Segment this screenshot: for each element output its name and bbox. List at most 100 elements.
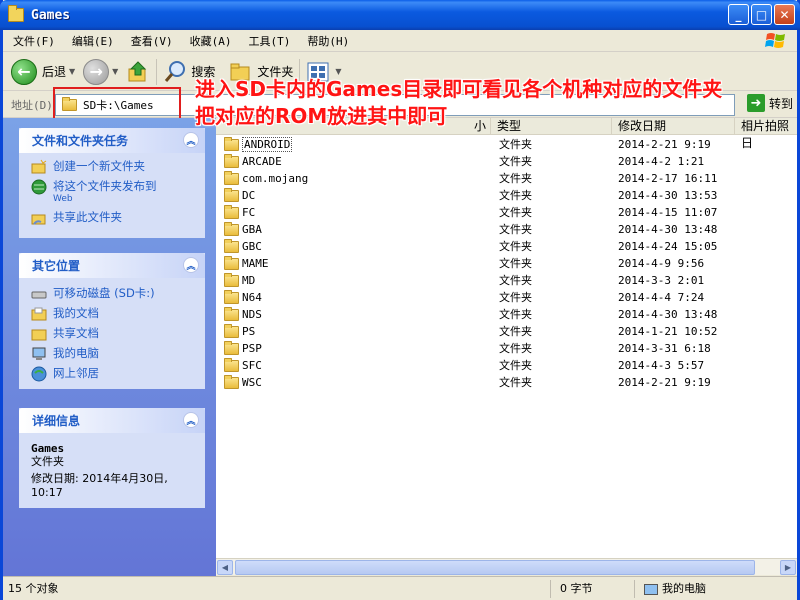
file-row[interactable]: MD 文件夹 2014-3-3 2:01 <box>216 272 797 289</box>
forward-dropdown-icon[interactable]: ▼ <box>112 67 118 76</box>
file-name-cell: FC <box>221 204 255 221</box>
task-new-folder[interactable]: 创建一个新文件夹 <box>31 159 195 175</box>
place-label: 我的电脑 <box>53 346 99 360</box>
file-modified: 2014-1-21 10:52 <box>618 325 718 338</box>
minimize-icon: _ <box>735 7 742 22</box>
task-label: 创建一个新文件夹 <box>53 159 145 173</box>
scroll-left-button[interactable]: ◀ <box>217 560 233 575</box>
file-row[interactable]: PS 文件夹 2014-1-21 10:52 <box>216 323 797 340</box>
file-name-cell: ARCADE <box>221 153 282 170</box>
file-row[interactable]: WSC 文件夹 2014-2-21 9:19 <box>216 374 797 391</box>
place-removable-disk[interactable]: 可移动磁盘 (SD卡:) <box>31 286 195 302</box>
task-share-folder[interactable]: 共享此文件夹 <box>31 210 195 226</box>
file-row[interactable]: GBA 文件夹 2014-4-30 13:48 <box>216 221 797 238</box>
file-type: 文件夹 <box>499 172 532 185</box>
task-pane: 文件和文件夹任务 ︽ 创建一个新文件夹 将这个文件夹发布到 Web 共享此文件夹… <box>3 118 216 576</box>
address-label: 地址(D) <box>11 98 53 112</box>
file-modified: 2014-2-21 9:19 <box>618 138 711 151</box>
file-type: 文件夹 <box>499 206 532 219</box>
forward-arrow-icon: → <box>83 58 110 85</box>
share-folder-icon <box>31 214 46 225</box>
status-location-label: 我的电脑 <box>662 582 706 595</box>
file-row[interactable]: N64 文件夹 2014-4-4 7:24 <box>216 289 797 306</box>
forward-button[interactable]: → ▼ <box>83 58 118 85</box>
scroll-right-button[interactable]: ▶ <box>780 560 796 575</box>
file-name-cell: WSC <box>221 374 262 391</box>
file-row[interactable]: DC 文件夹 2014-4-30 13:53 <box>216 187 797 204</box>
folder-icon <box>224 374 239 389</box>
go-button[interactable]: ➜ 转到 <box>746 94 793 112</box>
column-photo-date[interactable]: 相片拍照日 <box>735 118 797 150</box>
place-label: 网上邻居 <box>53 366 99 380</box>
menu-bar: 文件(F) 编辑(E) 查看(V) 收藏(A) 工具(T) 帮助(H) <box>3 30 797 52</box>
file-row[interactable]: com.mojang 文件夹 2014-2-17 16:11 <box>216 170 797 187</box>
panel-header[interactable]: 其它位置 ︽ <box>19 253 205 278</box>
menu-help[interactable]: 帮助(H) <box>297 33 356 49</box>
panel-title: 文件和文件夹任务 <box>32 134 129 148</box>
menu-tools[interactable]: 工具(T) <box>239 33 298 49</box>
task-label: 将这个文件夹发布到 <box>53 179 157 193</box>
file-modified: 2014-4-24 15:05 <box>618 240 718 253</box>
horizontal-scrollbar[interactable]: ◀ ▶ <box>216 558 797 575</box>
maximize-button[interactable]: □ <box>751 4 772 25</box>
folder-icon <box>224 255 239 270</box>
file-name-cell: NDS <box>221 306 262 323</box>
file-row[interactable]: ANDROID 文件夹 2014-2-21 9:19 <box>216 136 797 153</box>
file-folder-tasks-panel: 文件和文件夹任务 ︽ 创建一个新文件夹 将这个文件夹发布到 Web 共享此文件夹 <box>19 128 205 238</box>
go-arrow-icon: ➜ <box>746 94 765 112</box>
windows-logo-icon <box>765 33 785 48</box>
folder-icon <box>224 323 239 338</box>
views-dropdown-icon[interactable]: ▼ <box>335 67 341 76</box>
minimize-button[interactable]: _ <box>728 4 749 25</box>
place-shared-documents[interactable]: 共享文档 <box>31 326 195 342</box>
file-row[interactable]: PSP 文件夹 2014-3-31 6:18 <box>216 340 797 357</box>
menu-favorites[interactable]: 收藏(A) <box>180 33 239 49</box>
file-row[interactable]: MAME 文件夹 2014-4-9 9:56 <box>216 255 797 272</box>
file-type: 文件夹 <box>499 376 532 389</box>
file-row[interactable]: FC 文件夹 2014-4-15 11:07 <box>216 204 797 221</box>
file-modified: 2014-4-2 1:21 <box>618 155 705 168</box>
file-name-cell: MD <box>221 272 255 289</box>
panel-title: 详细信息 <box>32 414 81 428</box>
back-button[interactable]: ← 后退 ▼ <box>11 58 75 85</box>
title-bar[interactable]: Games _ □ ✕ <box>0 0 800 30</box>
folder-icon <box>224 357 239 372</box>
place-my-computer[interactable]: 我的电脑 <box>31 346 195 362</box>
up-folder-button[interactable] <box>126 60 150 84</box>
menu-view[interactable]: 查看(V) <box>121 33 180 49</box>
close-button[interactable]: ✕ <box>774 4 795 25</box>
menu-edit[interactable]: 编辑(E) <box>62 33 121 49</box>
file-list[interactable]: 小 类型 修改日期 相片拍照日 ANDROID 文件夹 2014-2-21 9:19… <box>216 118 797 558</box>
folder-icon <box>224 170 239 185</box>
file-name-cell: MAME <box>221 255 269 272</box>
collapse-icon[interactable]: ︽ <box>183 257 199 273</box>
file-name: FC <box>242 206 256 219</box>
file-modified: 2014-3-3 2:01 <box>618 274 705 287</box>
file-name: ANDROID <box>242 137 293 152</box>
file-row[interactable]: GBC 文件夹 2014-4-24 15:05 <box>216 238 797 255</box>
place-my-documents[interactable]: 我的文档 <box>31 306 195 322</box>
file-name: MAME <box>242 257 269 270</box>
panel-header[interactable]: 详细信息 ︽ <box>19 408 205 433</box>
folder-icon <box>8 5 24 22</box>
status-bar: 15 个对象 0 字节 我的电脑 <box>3 576 797 600</box>
file-name-cell: ANDROID <box>221 136 293 153</box>
collapse-icon[interactable]: ︽ <box>183 412 199 428</box>
go-label: 转到 <box>768 96 793 111</box>
menu-file[interactable]: 文件(F) <box>3 33 62 49</box>
details-type: 文件夹 <box>31 455 64 468</box>
file-row[interactable]: NDS 文件夹 2014-4-30 13:48 <box>216 306 797 323</box>
place-network[interactable]: 网上邻居 <box>31 366 195 382</box>
globe-icon <box>31 179 47 195</box>
collapse-icon[interactable]: ︽ <box>183 132 199 148</box>
shared-folder-icon <box>31 329 47 341</box>
scroll-thumb[interactable] <box>235 560 755 575</box>
file-row[interactable]: SFC 文件夹 2014-4-3 5:57 <box>216 357 797 374</box>
file-name-cell: GBA <box>221 221 262 238</box>
status-location: 我的电脑 <box>639 580 795 598</box>
task-publish-web[interactable]: 将这个文件夹发布到 Web <box>31 179 195 206</box>
file-row[interactable]: ARCADE 文件夹 2014-4-2 1:21 <box>216 153 797 170</box>
folder-icon <box>224 221 239 236</box>
panel-header[interactable]: 文件和文件夹任务 ︽ <box>19 128 205 153</box>
back-dropdown-icon[interactable]: ▼ <box>69 67 75 76</box>
